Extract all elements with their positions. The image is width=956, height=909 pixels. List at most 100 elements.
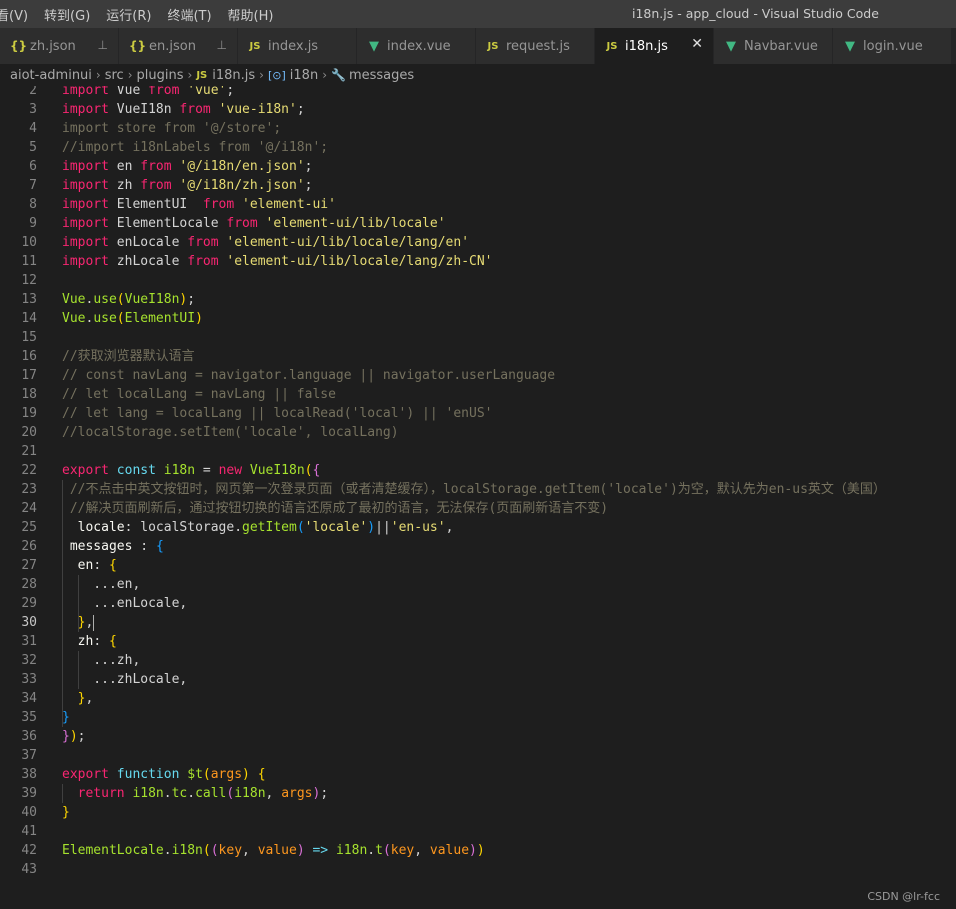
- chevron-right-icon: ›: [322, 68, 328, 82]
- code-line[interactable]: 7 import zh from '@/i18n/zh.json';: [0, 176, 956, 195]
- code-text: // const navLang = navigator.language ||…: [62, 368, 556, 383]
- breadcrumb-item[interactable]: i18n.js: [212, 68, 255, 83]
- menu-item[interactable]: 终端(T): [159, 5, 219, 24]
- code-text: ElementLocale.i18n((key, value) => i18n.…: [62, 843, 485, 858]
- code-line[interactable]: 6 import en from '@/i18n/en.json';: [0, 157, 956, 176]
- code-line[interactable]: 36});: [0, 727, 956, 746]
- code-line[interactable]: 20 //localStorage.setItem('locale', local…: [0, 423, 956, 442]
- code-line[interactable]: 41: [0, 822, 956, 841]
- code-line[interactable]: 12: [0, 271, 956, 290]
- code-line[interactable]: 27 en: {: [0, 556, 956, 575]
- code-line[interactable]: 34 },: [0, 689, 956, 708]
- code-line[interactable]: 13 Vue.use(VueI18n);: [0, 290, 956, 309]
- code-line[interactable]: 3 import VueI18n from 'vue-i18n';: [0, 100, 956, 119]
- vue-icon: ▼: [369, 38, 379, 54]
- code-line[interactable]: 39 return i18n.tc.call(i18n, args);: [0, 784, 956, 803]
- code-line[interactable]: 26 messages : {: [0, 537, 956, 556]
- code-editor[interactable]: 2 import Vue from 'vue'; 3 import VueI18n f…: [0, 86, 956, 909]
- tab-request-js[interactable]: JS request.js: [476, 28, 595, 64]
- code-text: export const i18n = new VueI18n({: [62, 463, 321, 478]
- code-text: //localStorage.setItem('locale', localLa…: [62, 425, 399, 440]
- menu-item[interactable]: 看(V): [0, 5, 36, 24]
- code-line[interactable]: 22 export const i18n = new VueI18n({: [0, 461, 956, 480]
- code-text: }: [62, 710, 70, 725]
- code-line[interactable]: 2 import Vue from 'vue';: [0, 86, 956, 100]
- chevron-right-icon: ›: [259, 68, 264, 82]
- code-text: Vue.use(VueI18n);: [62, 292, 196, 307]
- code-text: zh: {: [77, 634, 117, 649]
- code-line[interactable]: 9 import ElementLocale from 'element-ui/l…: [0, 214, 956, 233]
- line-number: 14: [21, 311, 37, 326]
- code-line[interactable]: 32 ...zh,: [0, 651, 956, 670]
- code-line[interactable]: 10 import enLocale from 'element-ui/lib/l…: [0, 233, 956, 252]
- close-icon[interactable]: ✕: [691, 36, 703, 52]
- tab-zh-json[interactable]: {} zh.json ⊥: [0, 28, 119, 64]
- js-icon: JS: [249, 40, 261, 52]
- code-text: // let localLang = navLang || false: [62, 387, 336, 402]
- line-number: 40: [21, 805, 37, 820]
- code-line[interactable]: 40}: [0, 803, 956, 822]
- tab-en-json[interactable]: {} en.json ⊥: [119, 28, 238, 64]
- code-text: // let lang = localLang || localRead('lo…: [62, 406, 493, 421]
- code-line[interactable]: 35}: [0, 708, 956, 727]
- code-text: ...enLocale,: [62, 596, 188, 611]
- menu-item[interactable]: 帮助(H): [220, 5, 282, 24]
- code-line[interactable]: 31 zh: {: [0, 632, 956, 651]
- code-text: //解决页面刷新后，通过按钮切换的语言还原成了最初的语言，无法保存(页面刷新语言…: [69, 501, 609, 516]
- line-number: 26: [21, 539, 37, 554]
- pin-icon[interactable]: ⊥: [217, 38, 227, 52]
- line-number: 12: [21, 273, 37, 288]
- line-number: 21: [21, 444, 37, 459]
- code-text: import zh from '@/i18n/zh.json';: [62, 178, 313, 193]
- breadcrumb-item[interactable]: messages: [349, 68, 414, 83]
- code-text: }: [62, 805, 70, 820]
- breadcrumb-item[interactable]: src: [105, 68, 124, 83]
- code-text: ...zhLocale,: [62, 672, 188, 687]
- code-line[interactable]: 28 ...en,: [0, 575, 956, 594]
- code-line[interactable]: 43: [0, 860, 956, 879]
- line-number: 10: [21, 235, 37, 250]
- line-number: 11: [21, 254, 37, 269]
- breadcrumb-item[interactable]: i18n: [290, 68, 318, 83]
- code-line[interactable]: 16 //获取浏览器默认语言: [0, 347, 956, 366]
- code-text: export function $t(args) {: [62, 767, 266, 782]
- tab-i18n-js[interactable]: JS i18n.js ✕: [595, 28, 714, 64]
- code-text: en: {: [77, 558, 117, 573]
- code-line[interactable]: 4 import store from '@/store';: [0, 119, 956, 138]
- line-number: 19: [21, 406, 37, 421]
- breadcrumb: aiot-adminui › src › plugins › JS i18n.js › [⊙] i1…: [0, 64, 956, 86]
- code-line[interactable]: 15: [0, 328, 956, 347]
- code-line[interactable]: 24 //解决页面刷新后，通过按钮切换的语言还原成了最初的语言，无法保存(页面刷…: [0, 499, 956, 518]
- line-number: 39: [21, 786, 37, 801]
- tab-login-vue[interactable]: ▼ login.vue: [833, 28, 952, 64]
- code-line[interactable]: 23 //不点击中英文按钮时，网页第一次登录页面（或者清楚缓存），localSt…: [0, 480, 956, 499]
- code-line[interactable]: 5 //import i18nLabels from '@/i18n';: [0, 138, 956, 157]
- breadcrumb-item[interactable]: plugins: [137, 68, 184, 83]
- tab-index-vue[interactable]: ▼ index.vue: [357, 28, 476, 64]
- code-line[interactable]: 25 locale: localStorage.getItem('locale'…: [0, 518, 956, 537]
- code-line[interactable]: 37: [0, 746, 956, 765]
- code-line[interactable]: 42 ElementLocale.i18n((key, value) => i18…: [0, 841, 956, 860]
- menu-item[interactable]: 转到(G): [36, 5, 98, 24]
- tab-label: index.vue: [387, 38, 451, 54]
- code-line[interactable]: 38 export function $t(args) {: [0, 765, 956, 784]
- code-line[interactable]: 33 ...zhLocale,: [0, 670, 956, 689]
- code-line[interactable]: 11 import zhLocale from 'element-ui/lib/l…: [0, 252, 956, 271]
- code-line[interactable]: 19 // let lang = localLang || localRead('…: [0, 404, 956, 423]
- code-text: return i18n.tc.call(i18n, args);: [77, 786, 329, 801]
- code-line[interactable]: 18 // let localLang = navLang || false: [0, 385, 956, 404]
- breadcrumb-item[interactable]: aiot-adminui: [10, 68, 92, 83]
- code-line[interactable]: 30 },: [0, 613, 956, 632]
- code-line[interactable]: 14 Vue.use(ElementUI): [0, 309, 956, 328]
- code-line[interactable]: 8 import ElementUI from 'element-ui': [0, 195, 956, 214]
- menu-item[interactable]: 运行(R): [98, 5, 159, 24]
- code-line[interactable]: 17 // const navLang = navigator.language …: [0, 366, 956, 385]
- pin-icon[interactable]: ⊥: [98, 38, 108, 52]
- code-line[interactable]: 21: [0, 442, 956, 461]
- code-line[interactable]: 29 ...enLocale,: [0, 594, 956, 613]
- line-number: 22: [21, 463, 37, 478]
- line-number: 34: [21, 691, 37, 706]
- line-number: 7: [29, 178, 37, 193]
- tab-navbar-vue[interactable]: ▼ Navbar.vue: [714, 28, 833, 64]
- tab-index-js[interactable]: JS index.js: [238, 28, 357, 64]
